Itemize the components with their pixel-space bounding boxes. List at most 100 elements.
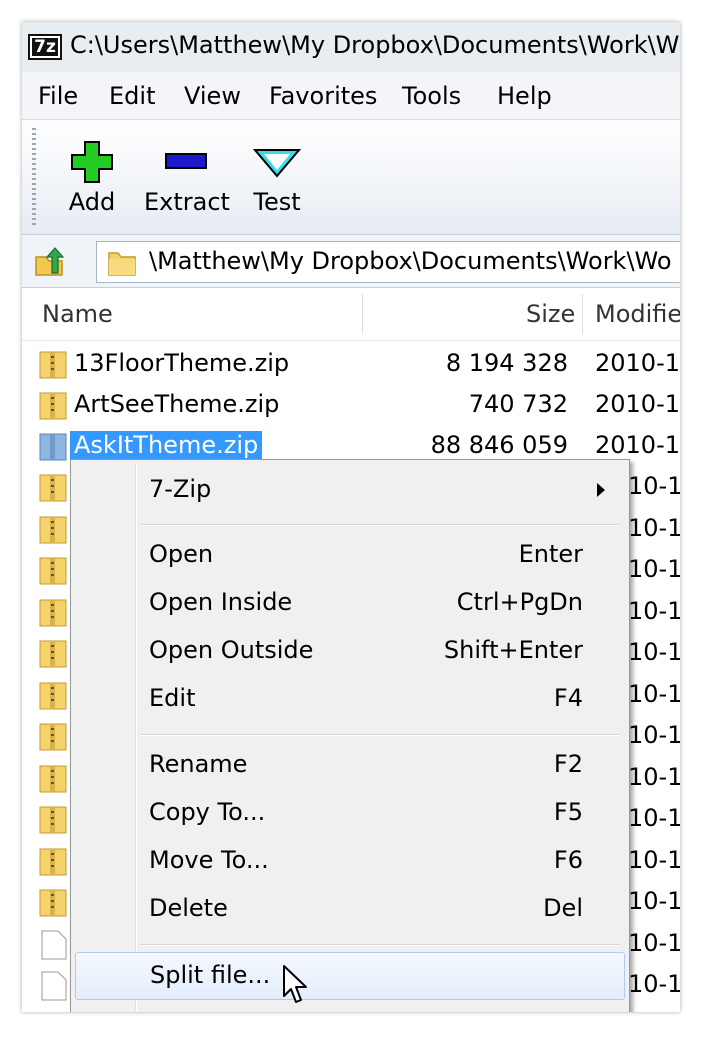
zip-folder-icon <box>39 723 67 751</box>
zip-folder-icon <box>39 599 67 626</box>
table-row[interactable]: ArtSeeTheme.zip 740 732 2010-11 <box>22 385 680 426</box>
context-item-edit[interactable]: Edit F4 <box>75 676 623 722</box>
zip-folder-icon <box>39 392 67 420</box>
file-date: 2010-11 <box>595 390 680 418</box>
zip-folder-icon <box>39 351 67 379</box>
zip-folder-icon <box>39 765 67 792</box>
context-item-copy-to[interactable]: Copy To... F5 <box>75 790 623 836</box>
zip-folder-icon <box>39 557 67 585</box>
extract-icon <box>144 140 228 184</box>
test-icon <box>248 140 306 184</box>
context-item-shortcut: F2 <box>553 750 583 778</box>
zip-folder-icon <box>39 640 67 668</box>
mouse-cursor-icon <box>283 965 307 1003</box>
context-item-rename[interactable]: Rename F2 <box>75 742 623 788</box>
menu-file[interactable]: File <box>38 82 78 110</box>
zip-folder-icon <box>39 848 67 875</box>
table-row[interactable]: 13FloorTheme.zip 8 194 328 2010-11 <box>22 344 680 385</box>
context-item-7zip[interactable]: 7-Zip <box>75 467 623 513</box>
context-separator <box>141 524 619 526</box>
add-label: Add <box>68 188 116 216</box>
context-item-shortcut: F4 <box>553 684 583 712</box>
context-item-label: Copy To... <box>149 798 266 826</box>
zip-folder-icon <box>39 516 67 543</box>
context-item-delete[interactable]: Delete Del <box>75 886 623 932</box>
context-separator <box>141 944 619 946</box>
menu-tools[interactable]: Tools <box>402 82 461 110</box>
context-separator <box>141 734 619 736</box>
context-item-label: Open Inside <box>149 588 293 616</box>
7zip-app-icon: 7z <box>28 34 62 60</box>
file-date: 10-11 <box>628 555 680 583</box>
context-item-label: Delete <box>149 894 228 922</box>
context-item-open-inside[interactable]: Open Inside Ctrl+PgDn <box>75 580 623 626</box>
toolbar-grip[interactable] <box>32 128 36 228</box>
up-folder-button[interactable] <box>32 245 66 279</box>
test-button[interactable]: Test <box>248 140 306 216</box>
toolbar: Add Extract Test <box>22 120 680 235</box>
address-path-text: \Matthew\My Dropbox\Documents\Work\Wo <box>149 247 672 275</box>
context-item-split-file[interactable]: Split file... <box>75 952 625 1000</box>
add-button[interactable]: Add <box>66 140 118 216</box>
column-name[interactable]: Name <box>42 288 113 340</box>
file-icon <box>41 930 67 959</box>
extract-label: Extract <box>144 188 230 216</box>
zip-folder-icon <box>39 889 67 917</box>
column-modified[interactable]: Modifie <box>595 288 680 340</box>
window-title: C:\Users\Matthew\My Dropbox\Documents\Wo… <box>70 31 680 59</box>
up-folder-icon <box>35 247 65 276</box>
column-divider[interactable] <box>582 294 583 334</box>
address-path-field[interactable]: \Matthew\My Dropbox\Documents\Work\Wo <box>96 241 680 283</box>
zip-folder-icon <box>39 806 67 834</box>
file-icon <box>41 971 67 1001</box>
file-date: 10-11 <box>628 804 680 832</box>
file-size: 8 194 328 <box>445 349 568 377</box>
menu-favorites[interactable]: Favorites <box>269 82 377 110</box>
extract-button[interactable]: Extract <box>144 140 230 216</box>
add-icon <box>66 140 118 184</box>
file-date: 10-11 <box>628 762 680 791</box>
zip-folder-icon <box>39 474 67 502</box>
file-date: 10-11 <box>628 638 680 666</box>
context-item-shortcut: F6 <box>553 846 583 874</box>
file-date: 10-11 <box>628 679 680 708</box>
zip-folder-icon <box>39 682 67 709</box>
context-item-label: Rename <box>149 750 248 778</box>
file-date: 10-11 <box>628 845 680 874</box>
file-date: 2010-11 <box>595 349 680 377</box>
file-date: 10-11 <box>628 928 680 957</box>
menu-bar: File Edit View Favorites Tools Help <box>22 72 680 120</box>
column-size[interactable]: Size <box>526 288 575 340</box>
file-date: 10-11 <box>628 513 680 542</box>
menu-help[interactable]: Help <box>497 82 552 110</box>
context-item-label: Open Outside <box>149 636 314 664</box>
context-item-label: Open <box>149 540 214 568</box>
menu-view[interactable]: View <box>184 82 241 110</box>
title-bar: 7z C:\Users\Matthew\My Dropbox\Documents… <box>22 22 680 73</box>
zip-folder-icon <box>39 433 67 461</box>
file-date: 10-11 <box>628 721 680 749</box>
context-item-label: Edit <box>149 684 196 712</box>
context-item-label: Split file... <box>150 961 271 989</box>
column-header: Name Size Modifie <box>22 288 680 341</box>
file-size: 88 846 059 <box>430 431 568 459</box>
file-size: 740 732 <box>468 390 568 418</box>
app-window: 7z C:\Users\Matthew\My Dropbox\Documents… <box>22 22 680 1012</box>
context-menu: 7-Zip Open Enter Open Inside Ctrl+PgDn O… <box>70 459 630 1012</box>
context-item-open-outside[interactable]: Open Outside Shift+Enter <box>75 628 623 674</box>
menu-edit[interactable]: Edit <box>109 82 155 110</box>
file-date: 10-11 <box>628 970 680 998</box>
folder-icon <box>108 252 136 276</box>
file-date: 10-11 <box>628 596 680 625</box>
context-item-label: Move To... <box>149 846 269 874</box>
file-name: AskItTheme.zip <box>70 431 263 459</box>
context-item-shortcut: Del <box>543 894 583 922</box>
column-divider[interactable] <box>362 294 363 334</box>
file-date: 10-11 <box>628 887 680 915</box>
file-date: 2010-11 <box>595 431 680 459</box>
context-item-move-to[interactable]: Move To... F6 <box>75 838 623 884</box>
file-name: 13FloorTheme.zip <box>74 349 290 377</box>
address-bar: \Matthew\My Dropbox\Documents\Work\Wo <box>22 235 680 288</box>
test-label: Test <box>253 188 301 216</box>
context-item-open[interactable]: Open Enter <box>75 532 623 578</box>
